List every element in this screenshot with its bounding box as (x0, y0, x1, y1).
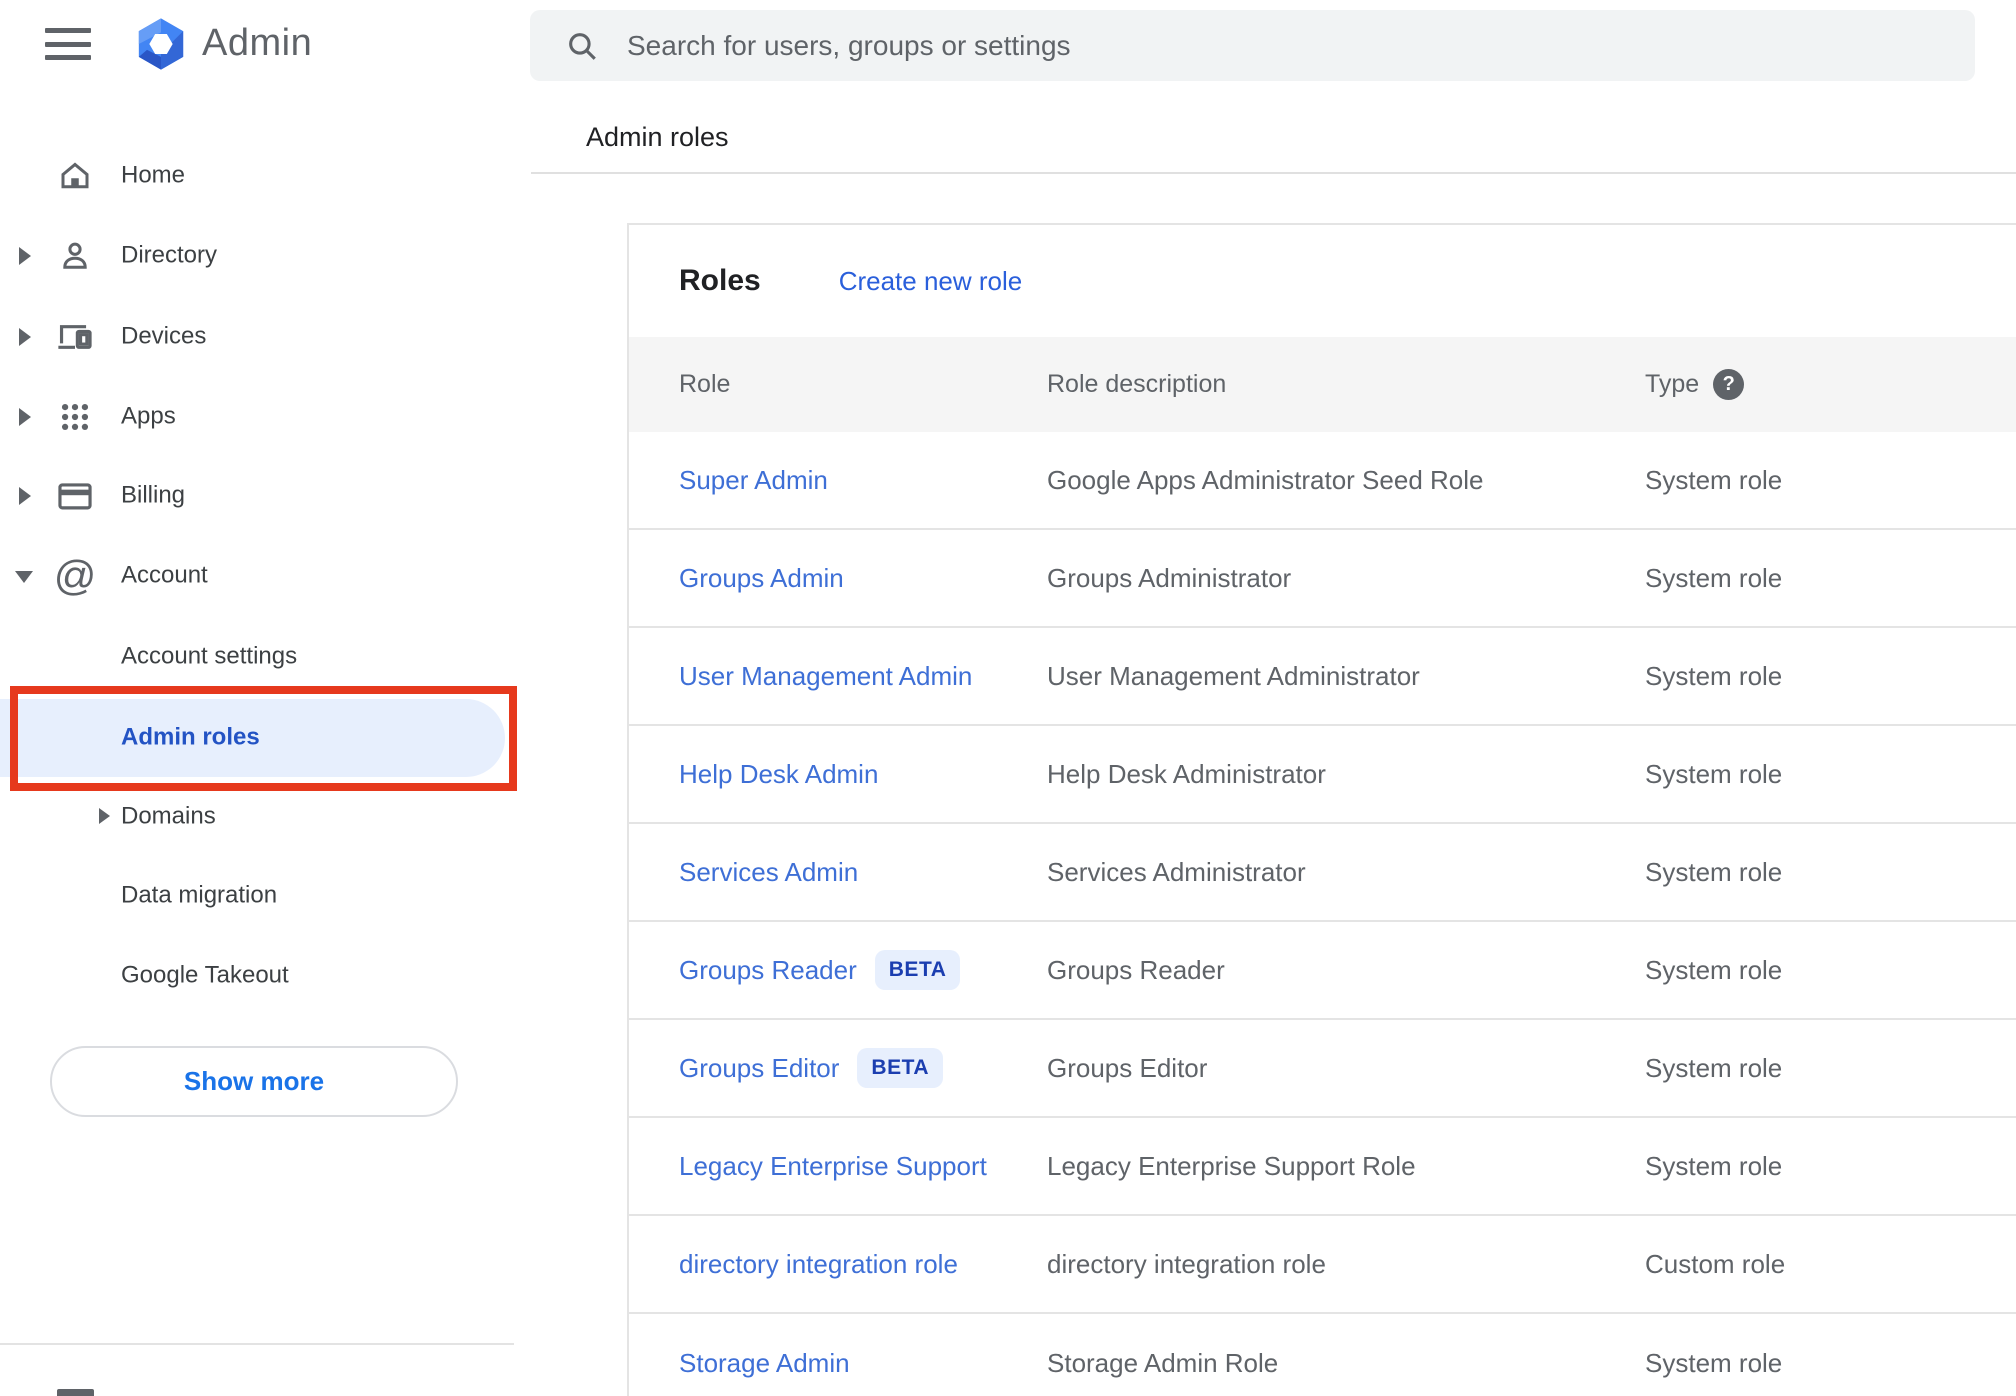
expand-arrow-icon[interactable] (19, 487, 31, 505)
roles-card-header: Roles Create new role (629, 225, 2016, 337)
role-description: Google Apps Administrator Seed Role (1047, 464, 1484, 495)
role-link[interactable]: User Management Admin (679, 661, 1047, 692)
role-link[interactable]: Groups Editor (679, 1053, 839, 1084)
table-row: Groups Admin Groups Administrator System… (629, 530, 2016, 628)
home-icon (55, 156, 95, 196)
help-icon[interactable]: ? (1713, 369, 1745, 400)
show-more-button[interactable]: Show more (50, 1046, 458, 1117)
table-row: User Management Admin User Management Ad… (629, 628, 2016, 726)
role-link[interactable]: Services Admin (679, 857, 1047, 888)
app-title: Admin (202, 22, 313, 64)
role-type: System role (1645, 758, 1783, 789)
apps-grid-icon (55, 397, 95, 437)
search-bar[interactable] (530, 10, 1975, 81)
sidebar-item-account-settings[interactable]: Account settings (0, 617, 514, 697)
role-link[interactable]: Help Desk Admin (679, 759, 1047, 790)
role-description: Storage Admin Role (1047, 1347, 1279, 1378)
role-description: directory integration role (1047, 1248, 1326, 1279)
column-header-type: Type ? (1645, 369, 2016, 400)
expand-arrow-icon[interactable] (19, 328, 31, 346)
table-row: directory integration role directory int… (629, 1216, 2016, 1314)
sidebar-item-directory[interactable]: Directory (0, 216, 514, 296)
sidebar-item-account[interactable]: @ Account (0, 536, 514, 616)
table-row: Groups Editor BETA Groups Editor System … (629, 1020, 2016, 1118)
role-type: System role (1645, 562, 1783, 593)
role-type: System role (1645, 856, 1783, 887)
sidebar-item-label: Admin roles (121, 723, 260, 751)
table-row: Super Admin Google Apps Administrator Se… (629, 432, 2016, 530)
role-description: Groups Reader (1047, 954, 1225, 985)
role-link[interactable]: directory integration role (679, 1249, 1047, 1280)
sidebar-item-label: Billing (121, 481, 186, 509)
expand-arrow-icon[interactable] (19, 408, 31, 426)
sidebar-divider (0, 1343, 514, 1345)
role-description: Legacy Enterprise Support Role (1047, 1150, 1416, 1181)
sidebar-item-label: Domains (121, 802, 216, 830)
role-description: Groups Editor (1047, 1052, 1208, 1083)
column-header-role-description: Role description (1047, 370, 1227, 398)
card-title: Roles (679, 264, 761, 297)
role-link[interactable]: Groups Reader (679, 955, 857, 986)
column-header-role: Role (679, 370, 731, 398)
table-row: Help Desk Admin Help Desk Administrator … (629, 726, 2016, 824)
table-row: Services Admin Services Administrator Sy… (629, 824, 2016, 922)
table-row: Legacy Enterprise Support Legacy Enterpr… (629, 1118, 2016, 1216)
role-description: Groups Administrator (1047, 562, 1292, 593)
role-type: System role (1645, 1052, 1783, 1083)
table-row: Storage Admin Storage Admin Role System … (629, 1314, 2016, 1396)
hamburger-menu-icon[interactable] (45, 28, 91, 60)
sidebar-item-label: Data migration (121, 881, 278, 909)
search-icon (569, 32, 596, 60)
table-header-row: Role Role description Type ? (629, 337, 2016, 432)
expand-arrow-icon[interactable] (99, 808, 110, 824)
sidebar-item-apps[interactable]: Apps (0, 377, 514, 457)
roles-card: Roles Create new role Role Role descript… (627, 223, 2016, 1396)
sidebar-item-label: Account settings (121, 642, 298, 670)
breadcrumb: Admin roles (586, 122, 729, 152)
role-type: System role (1645, 464, 1783, 495)
table-row: Groups Reader BETA Groups Reader System … (629, 922, 2016, 1020)
role-description: Help Desk Administrator (1047, 758, 1326, 789)
role-link[interactable]: Super Admin (679, 465, 1047, 496)
role-link[interactable]: Groups Admin (679, 563, 1047, 594)
sidebar-item-google-takeout[interactable]: Google Takeout (0, 936, 514, 1016)
credit-card-icon (55, 476, 95, 516)
partial-bottom-icon (57, 1389, 94, 1396)
sidebar-header: Admin (0, 0, 514, 90)
beta-badge: BETA (857, 1048, 944, 1088)
role-type: System role (1645, 660, 1783, 691)
sidebar-item-domains[interactable]: Domains (0, 777, 514, 857)
sidebar-item-home[interactable]: Home (0, 136, 514, 216)
sidebar-item-label: Home (121, 161, 186, 189)
sidebar-item-billing[interactable]: Billing (0, 456, 514, 536)
admin-logo-icon (138, 18, 184, 70)
expand-arrow-icon[interactable] (19, 247, 31, 265)
create-new-role-link[interactable]: Create new role (839, 266, 1023, 297)
sidebar-item-label: Account (121, 561, 208, 589)
role-description: User Management Administrator (1047, 660, 1420, 691)
person-icon (55, 236, 95, 276)
role-link[interactable]: Legacy Enterprise Support (679, 1151, 1047, 1182)
collapse-arrow-icon[interactable] (15, 571, 33, 583)
role-description: Services Administrator (1047, 856, 1306, 887)
role-type: System role (1645, 1347, 1783, 1378)
beta-badge: BETA (874, 950, 961, 990)
search-input[interactable] (627, 29, 1955, 62)
sidebar-item-label: Devices (121, 322, 207, 350)
devices-icon (55, 317, 95, 357)
sidebar-item-data-migration[interactable]: Data migration (0, 856, 514, 936)
admin-console-page: Admin Home Directory Devices Apps Billin… (0, 0, 2016, 1396)
role-link[interactable]: Storage Admin (679, 1348, 1047, 1379)
sidebar-item-label: Google Takeout (121, 961, 289, 989)
content-divider (531, 172, 2016, 174)
at-sign-icon: @ (53, 552, 97, 599)
sidebar-item-devices[interactable]: Devices (0, 297, 514, 377)
role-type: System role (1645, 1150, 1783, 1181)
role-type: Custom role (1645, 1248, 1786, 1279)
sidebar-item-label: Directory (121, 241, 218, 269)
sidebar-item-label: Apps (121, 402, 176, 430)
role-type: System role (1645, 954, 1783, 985)
sidebar: Admin Home Directory Devices Apps Billin… (0, 0, 517, 1396)
sidebar-item-admin-roles[interactable]: Admin roles (0, 699, 514, 777)
